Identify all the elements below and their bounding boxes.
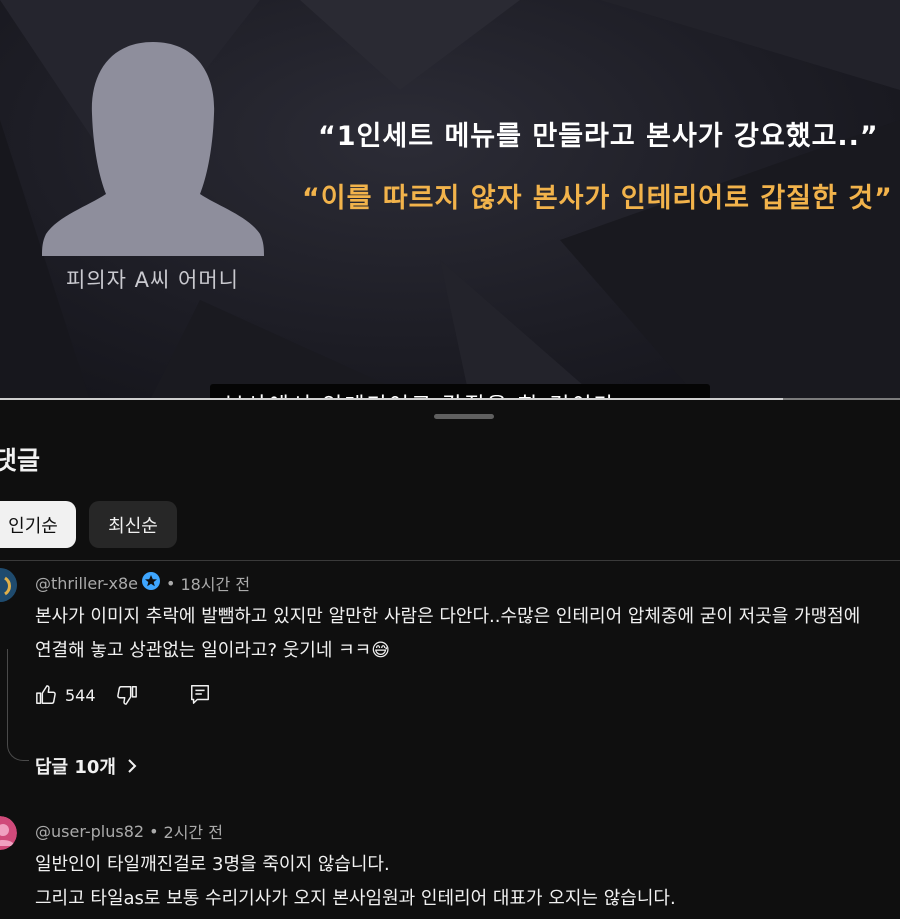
dislike-button[interactable]: [116, 684, 138, 706]
view-replies-button[interactable]: 답글 10개: [35, 753, 138, 779]
sort-chip-newest[interactable]: 최신순: [89, 501, 177, 548]
interviewee-caption: 피의자 A씨 어머니: [66, 268, 239, 292]
sort-chip-popular[interactable]: 인기순: [0, 501, 76, 548]
avatar[interactable]: [0, 816, 17, 850]
quote-line-2: “이를 따르지 않자 본사가 인테리어로 갑질한 것”: [302, 183, 893, 214]
like-count: 544: [65, 685, 96, 705]
like-button[interactable]: 544: [35, 684, 96, 706]
avatar[interactable]: [0, 568, 17, 602]
star-badge-icon: [141, 571, 161, 595]
comment-time: 2시간 전: [163, 823, 223, 842]
comments-panel: 댓글 인기순 최신순 @thriller-x8e • 18시간 전 본사가 이미…: [0, 401, 900, 919]
thumbs-up-icon: [36, 685, 56, 704]
comment-author[interactable]: @user-plus82: [35, 822, 144, 841]
avatar-image: [0, 816, 17, 850]
replies-label: 답글 10개: [35, 757, 116, 778]
reply-button[interactable]: [189, 683, 211, 705]
comment-text-line-2: 그리고 타일as로 보통 수리기사가 오지 본사임원과 인테리어 대표가 오지는…: [35, 888, 676, 909]
person-silhouette-icon: [42, 42, 264, 256]
quote-line-1: “1인세트 메뉴를 만들라고 본사가 강요했고..”: [318, 121, 879, 152]
chevron-right-icon: [128, 759, 137, 773]
comment-text-line-1: 일반인이 타일깨진걸로 3명을 죽이지 않습니다.: [35, 854, 390, 875]
video-progress-bar[interactable]: [0, 398, 900, 400]
divider: [0, 560, 900, 561]
reply-thread-line: [7, 649, 29, 761]
comment-text-line-1: 본사가 이미지 추락에 발뺌하고 있지만 알만한 사람은 다안다..수많은 인테…: [35, 606, 861, 627]
video-progress-fill: [0, 398, 783, 400]
reply-comment-icon: [191, 685, 209, 704]
avatar-image: [0, 568, 17, 602]
thumbs-down-icon: [117, 686, 137, 705]
comment-meta: @user-plus82 • 2시간 전: [35, 819, 223, 843]
comments-title: 댓글: [0, 446, 41, 475]
comment-text-line-2: 연결해 놓고 상관없는 일이라고? 웃기네 ㅋㅋ😅: [35, 640, 391, 661]
video-player[interactable]: 피의자 A씨 어머니 “1인세트 메뉴를 만들라고 본사가 강요했고..” “이…: [0, 0, 900, 400]
comment-time: 18시간 전: [180, 575, 251, 594]
drag-handle[interactable]: [434, 414, 494, 419]
comment-meta: @thriller-x8e • 18시간 전: [35, 571, 250, 595]
comment-author[interactable]: @thriller-x8e: [35, 574, 138, 593]
